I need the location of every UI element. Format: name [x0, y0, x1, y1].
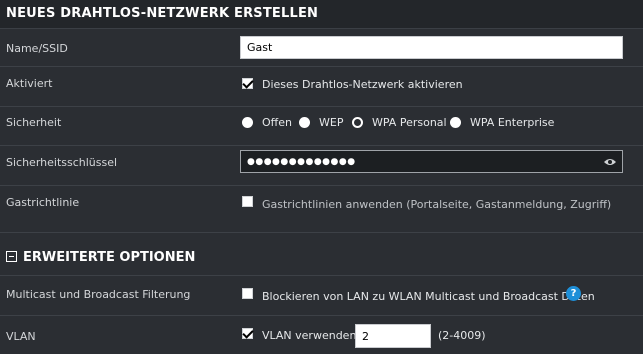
help-icon[interactable]: ? — [566, 286, 581, 301]
ssid-input[interactable]: Gast — [240, 36, 623, 59]
divider — [0, 145, 643, 146]
vlan-id-value: 2 — [362, 329, 369, 343]
divider — [0, 315, 643, 316]
dialog-title: NEUES DRAHTLOS-NETZWERK ERSTELLEN — [6, 6, 319, 21]
vlan-range-hint: (2-4009) — [438, 329, 486, 342]
vlan-id-input[interactable]: 2 — [355, 324, 431, 348]
vlan-checkbox[interactable] — [242, 328, 253, 339]
security-key-value: ●●●●●●●●●●●●● — [247, 156, 356, 167]
guest-policy-text: Gastrichtlinien anwenden (Portalseite, G… — [262, 198, 612, 211]
radio-wep[interactable] — [299, 117, 310, 128]
multicast-label: Multicast und Broadcast Filterung — [6, 288, 191, 301]
security-label: Sicherheit — [6, 116, 62, 129]
divider — [0, 185, 643, 186]
advanced-options-title[interactable]: ERWEITERTE OPTIONEN — [23, 250, 195, 265]
activate-network-text: Dieses Drahtlos-Netzwerk aktivieren — [262, 78, 463, 91]
security-key-input[interactable]: ●●●●●●●●●●●●● — [240, 150, 623, 173]
vlan-label: VLAN — [6, 330, 36, 343]
name-ssid-label: Name/SSID — [6, 42, 68, 55]
dialog-header: NEUES DRAHTLOS-NETZWERK ERSTELLEN — [0, 0, 643, 29]
activated-label: Aktiviert — [6, 77, 53, 90]
radio-open-label: Offen — [262, 116, 292, 129]
eye-icon[interactable] — [604, 158, 616, 166]
guest-policy-checkbox[interactable] — [242, 196, 253, 207]
activate-network-checkbox[interactable] — [242, 78, 253, 89]
radio-wpa-personal[interactable] — [352, 117, 363, 128]
radio-wpa-enterprise[interactable] — [450, 117, 461, 128]
radio-wpa-enterprise-label: WPA Enterprise — [470, 116, 555, 129]
guest-policy-label: Gastrichtlinie — [6, 196, 80, 209]
collapse-icon[interactable] — [6, 251, 17, 262]
divider — [0, 232, 643, 233]
divider — [0, 275, 643, 276]
radio-wpa-personal-label: WPA Personal — [372, 116, 447, 129]
radio-wep-label: WEP — [319, 116, 344, 129]
vlan-text: VLAN verwenden — [262, 329, 357, 342]
security-key-label: Sicherheitsschlüssel — [6, 156, 118, 169]
radio-open[interactable] — [242, 117, 253, 128]
ssid-value: Gast — [247, 41, 273, 54]
multicast-text: Blockieren von LAN zu WLAN Multicast und… — [262, 290, 595, 303]
divider — [0, 66, 643, 67]
multicast-checkbox[interactable] — [242, 288, 253, 299]
divider — [0, 106, 643, 107]
